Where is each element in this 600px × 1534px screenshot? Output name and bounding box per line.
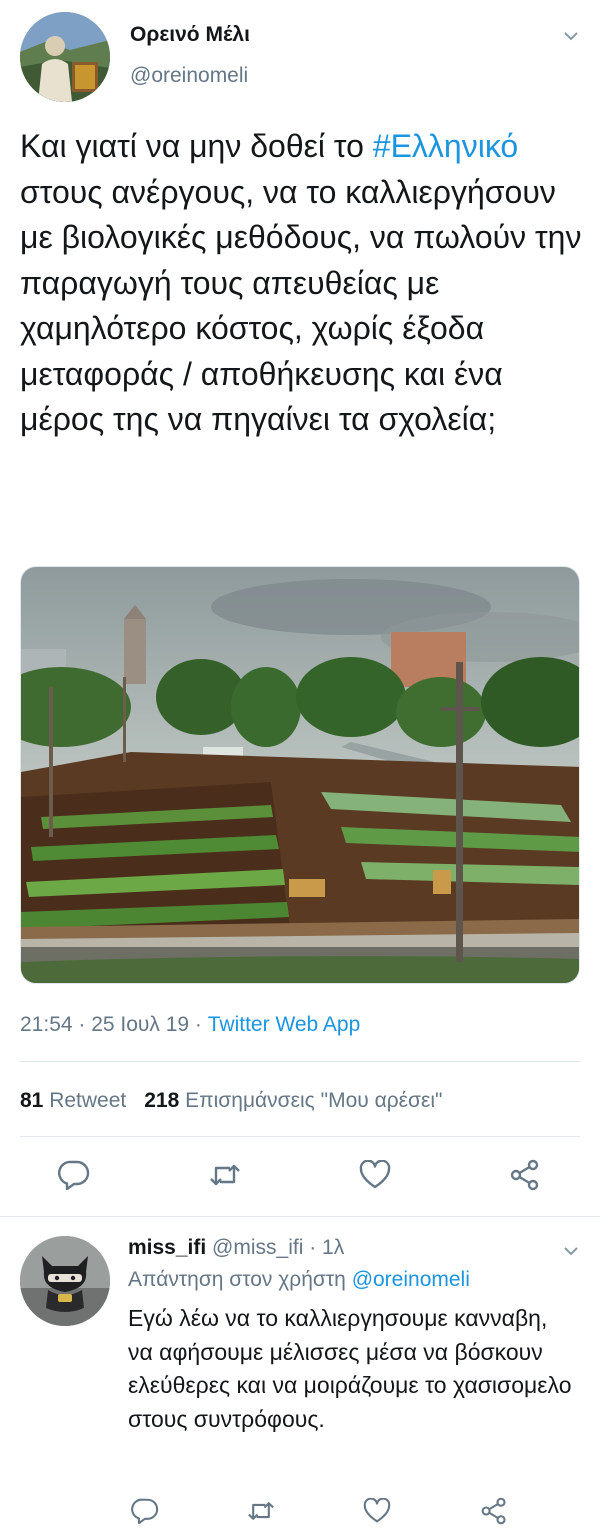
chevron-down-icon[interactable] bbox=[563, 1243, 579, 1259]
author-name[interactable]: Ορεινό Μέλι bbox=[130, 23, 250, 47]
retweets-count: 81 bbox=[20, 1089, 44, 1112]
reply-icon[interactable] bbox=[125, 1491, 165, 1531]
retweets-stat[interactable]: 81 Retweet bbox=[20, 1089, 126, 1112]
share-icon[interactable] bbox=[505, 1155, 545, 1195]
tweet-text-start: Και γιατί να μην δοθεί το bbox=[20, 128, 373, 164]
likes-stat[interactable]: 218 Επισημάνσεις "Μου αρέσει" bbox=[144, 1089, 442, 1112]
reply-text: Εγώ λέω να το καλλιεργησουμε κανναβη, να… bbox=[128, 1305, 572, 1432]
share-icon[interactable] bbox=[474, 1491, 514, 1531]
divider bbox=[20, 1136, 580, 1137]
retweet-icon[interactable] bbox=[241, 1491, 281, 1531]
replying-to: Απάντηση στον χρήστη @oreinomeli bbox=[128, 1268, 470, 1292]
reply-avatar[interactable] bbox=[20, 1236, 110, 1326]
divider bbox=[20, 1061, 580, 1062]
tweet-timestamp: 21:54 · 25 Ιουλ 19 · Twitter Web App bbox=[20, 1013, 360, 1037]
hashtag-link[interactable]: #Ελληνικό bbox=[373, 128, 518, 164]
tweet-photo[interactable] bbox=[20, 566, 580, 984]
like-icon[interactable] bbox=[357, 1491, 397, 1531]
source-app-link[interactable]: Twitter Web App bbox=[208, 1013, 361, 1036]
reply-icon[interactable] bbox=[54, 1155, 94, 1195]
likes-count: 218 bbox=[144, 1089, 180, 1112]
tweet-text: Και γιατί να μην δοθεί το #Ελληνικό στου… bbox=[20, 124, 585, 443]
replying-to-mention[interactable]: @oreinomeli bbox=[352, 1268, 470, 1291]
retweet-icon[interactable] bbox=[205, 1155, 245, 1195]
reply-handle-time[interactable]: @miss_ifi · 1λ bbox=[206, 1236, 344, 1259]
author-handle[interactable]: @oreinomeli bbox=[130, 64, 248, 88]
tweet-stats: 81 Retweet 218 Επισημάνσεις "Μου αρέσει" bbox=[20, 1089, 442, 1113]
likes-label: Επισημάνσεις "Μου αρέσει" bbox=[185, 1089, 443, 1112]
divider bbox=[0, 1216, 600, 1217]
timestamp-text[interactable]: 21:54 · 25 Ιουλ 19 · bbox=[20, 1013, 208, 1036]
tweet-text-end: στους ανέργους, να το καλλιεργήσουν με β… bbox=[20, 173, 582, 438]
retweets-label: Retweet bbox=[49, 1089, 127, 1112]
like-icon[interactable] bbox=[355, 1155, 395, 1195]
replying-label: Απάντηση στον χρήστη bbox=[128, 1268, 352, 1291]
reply-header: miss_ifi @miss_ifi · 1λ bbox=[128, 1236, 344, 1260]
reply-author-name[interactable]: miss_ifi bbox=[128, 1236, 206, 1259]
chevron-down-icon[interactable] bbox=[563, 28, 579, 44]
author-avatar[interactable] bbox=[20, 12, 110, 102]
